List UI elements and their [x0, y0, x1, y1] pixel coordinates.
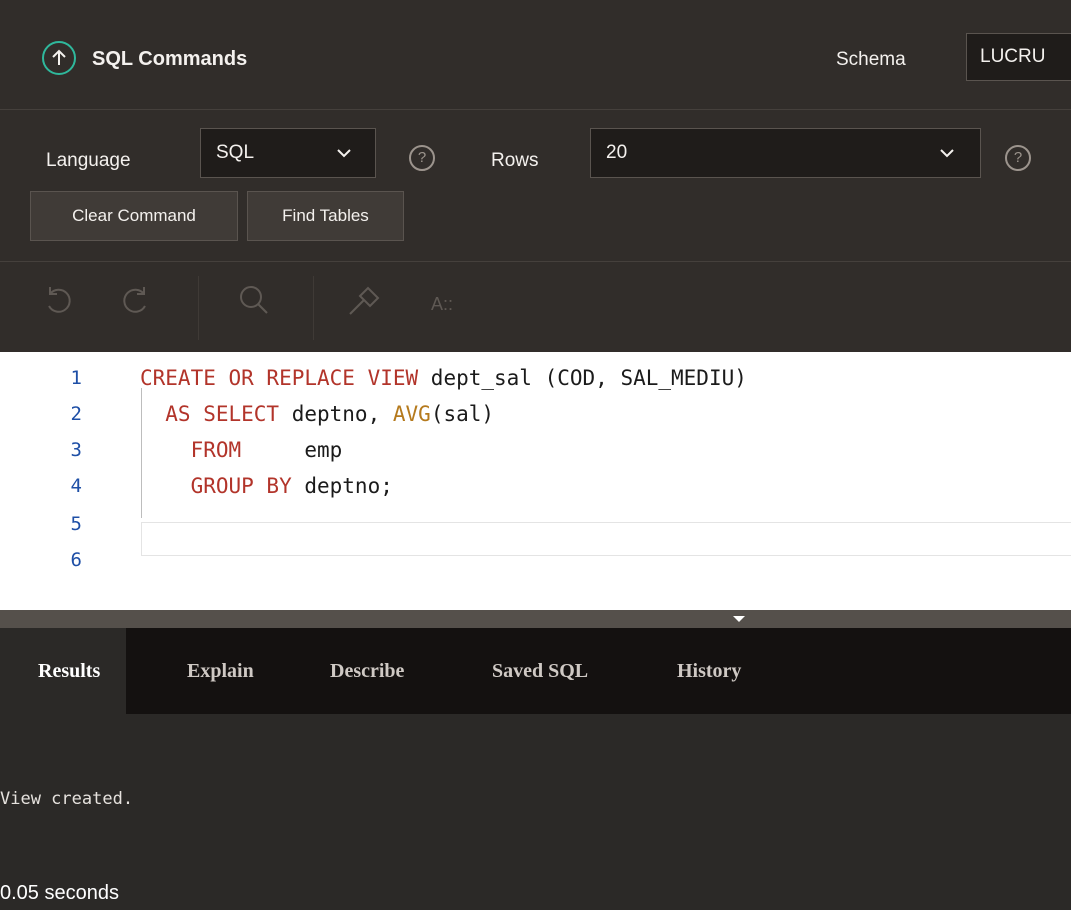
- chevron-down-icon: [940, 149, 954, 158]
- sql-identifier: deptno,: [279, 402, 393, 426]
- code-line[interactable]: 4 GROUP BY deptno;: [0, 468, 1071, 504]
- line-number: 4: [70, 475, 82, 497]
- code-text[interactable]: FROM emp: [140, 432, 343, 468]
- undo-icon[interactable]: [42, 284, 74, 316]
- execution-time: 0.05 seconds: [0, 882, 119, 904]
- code-line[interactable]: 3 FROM emp: [0, 432, 1071, 468]
- schema-select[interactable]: LUCRU: [966, 33, 1071, 81]
- code-text[interactable]: GROUP BY deptno;: [140, 468, 393, 504]
- line-number: 5: [70, 513, 82, 535]
- result-message: View created.: [0, 789, 134, 809]
- results-panel: [0, 714, 1071, 910]
- sql-identifier: emp: [241, 438, 343, 462]
- tab-results[interactable]: Results: [0, 628, 127, 714]
- toolbar-divider: [198, 276, 199, 340]
- editor-toolbar: [0, 262, 1071, 352]
- sql-keyword: FROM: [140, 438, 242, 462]
- tab-explain[interactable]: Explain: [187, 628, 254, 714]
- page-header: SQL Commands Schema LUCRU: [0, 0, 1071, 110]
- rows-label: Rows: [491, 150, 539, 171]
- line-number: 3: [70, 439, 82, 461]
- sql-identifier: deptno;: [291, 474, 393, 498]
- rows-value: 20: [606, 142, 628, 163]
- clear-command-button[interactable]: Clear Command: [30, 191, 238, 241]
- autocomplete-icon[interactable]: A::: [431, 291, 453, 317]
- line-number: 2: [70, 403, 82, 425]
- redo-icon[interactable]: [120, 284, 152, 316]
- arrow-up-icon[interactable]: [42, 41, 76, 75]
- code-line[interactable]: 5: [0, 506, 1071, 542]
- tab-saved-sql[interactable]: Saved SQL: [492, 628, 588, 714]
- sql-keyword: CREATE OR REPLACE VIEW: [140, 366, 419, 390]
- collapse-arrow-icon[interactable]: [733, 616, 745, 622]
- language-value: SQL: [216, 142, 255, 163]
- sql-keyword: GROUP BY: [140, 474, 292, 498]
- page-title: SQL Commands: [92, 48, 248, 70]
- schema-label: Schema: [836, 49, 906, 70]
- sql-keyword: AS SELECT: [140, 402, 280, 426]
- tab-history[interactable]: History: [677, 628, 741, 714]
- format-icon[interactable]: [344, 282, 382, 320]
- line-number: 6: [70, 549, 82, 571]
- code-line[interactable]: 2 AS SELECT deptno, AVG(sal): [0, 396, 1071, 432]
- pane-splitter[interactable]: [0, 610, 1071, 628]
- chevron-down-icon: [337, 149, 351, 158]
- language-select[interactable]: SQL: [200, 128, 376, 178]
- sql-function: AVG: [392, 402, 431, 426]
- sql-identifier: (sal): [430, 402, 495, 426]
- sql-commands-app: SQL Commands Schema LUCRU Language SQL ?…: [0, 0, 1071, 910]
- tab-describe[interactable]: Describe: [330, 628, 404, 714]
- code-text[interactable]: CREATE OR REPLACE VIEW dept_sal (COD, SA…: [140, 360, 747, 396]
- line-number: 1: [70, 367, 82, 389]
- language-help-icon[interactable]: ?: [409, 145, 435, 171]
- code-text[interactable]: AS SELECT deptno, AVG(sal): [140, 396, 494, 432]
- language-label: Language: [46, 150, 131, 171]
- code-line[interactable]: 6: [0, 542, 1071, 578]
- rows-help-icon[interactable]: ?: [1005, 145, 1031, 171]
- find-tables-button[interactable]: Find Tables: [247, 191, 404, 241]
- search-icon[interactable]: [236, 282, 272, 318]
- code-line[interactable]: 1 CREATE OR REPLACE VIEW dept_sal (COD, S…: [0, 360, 1071, 396]
- toolbar-divider: [313, 276, 314, 340]
- sql-identifier: dept_sal (COD, SAL_MEDIU): [418, 366, 747, 390]
- rows-select[interactable]: 20: [590, 128, 981, 178]
- arrow-up-icon-glyph: [52, 49, 66, 65]
